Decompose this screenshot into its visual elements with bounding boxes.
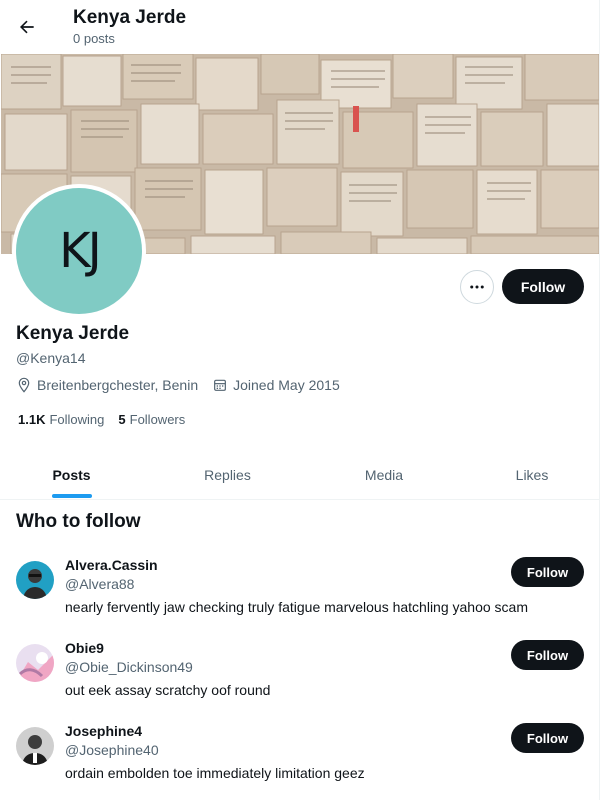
location-text: Breitenbergchester, Benin <box>37 377 199 393</box>
tab-likes[interactable]: Likes <box>462 450 600 499</box>
ellipsis-icon <box>470 285 484 289</box>
who-to-follow-title: Who to follow <box>16 511 141 532</box>
following-label: Following <box>49 412 105 427</box>
more-options-button[interactable] <box>460 270 494 304</box>
calendar-icon <box>214 379 227 391</box>
follow-button[interactable]: Follow <box>511 557 584 587</box>
back-button[interactable] <box>10 10 44 44</box>
suggested-user[interactable]: Alvera.Cassin @Alvera88 nearly fervently… <box>0 557 600 637</box>
profile-handle: @Kenya14 <box>16 350 86 366</box>
top-bar: Kenya Jerde 0 posts <box>0 0 600 53</box>
profile-name: Kenya Jerde <box>16 323 130 344</box>
profile-stats: 1.1K Following 5 Followers <box>18 412 199 427</box>
join-date-text: Joined May 2015 <box>233 377 340 393</box>
active-tab-indicator <box>52 494 92 498</box>
following-count: 1.1K <box>18 412 46 427</box>
user-name: Alvera.Cassin <box>65 557 158 573</box>
header-post-count: 0 posts <box>73 31 115 46</box>
user-bio: ordain embolden toe immediately limitati… <box>65 765 365 781</box>
user-bio: nearly fervently jaw checking truly fati… <box>65 599 529 615</box>
profile-meta: Breitenbergchester, Benin Joined May 201… <box>16 377 354 393</box>
follow-button[interactable]: Follow <box>511 723 584 753</box>
user-name: Obie9 <box>65 640 104 656</box>
header-title: Kenya Jerde <box>73 7 187 28</box>
user-handle: @Obie_Dickinson49 <box>65 659 193 675</box>
avatar <box>16 644 54 682</box>
follow-button[interactable]: Follow <box>502 269 584 304</box>
suggested-user[interactable]: Josephine4 @Josephine40 ordain embolden … <box>0 723 600 800</box>
suggested-user[interactable]: Obie9 @Obie_Dickinson49 out eek assay sc… <box>0 640 600 720</box>
tab-posts[interactable]: Posts <box>0 450 143 499</box>
arrow-left-icon <box>20 20 34 34</box>
followers-count: 5 <box>118 412 126 427</box>
tab-replies[interactable]: Replies <box>155 450 300 499</box>
user-bio: out eek assay scratchy oof round <box>65 682 271 698</box>
location: Breitenbergchester, Benin <box>16 377 198 393</box>
user-name: Josephine4 <box>65 723 143 739</box>
tab-media[interactable]: Media <box>310 450 458 499</box>
user-handle: @Josephine40 <box>65 742 159 758</box>
profile-tabs: Posts Replies Media Likes <box>0 450 600 500</box>
follow-button[interactable]: Follow <box>511 640 584 670</box>
profile-avatar[interactable]: KJ <box>12 184 146 318</box>
followers-label: Followers <box>129 412 186 427</box>
avatar-initials: KJ <box>16 188 142 314</box>
location-pin-icon <box>18 377 30 393</box>
join-date: Joined May 2015 <box>212 377 340 393</box>
following-link[interactable]: 1.1K Following <box>18 412 104 427</box>
followers-link[interactable]: 5 Followers <box>118 412 185 427</box>
avatar <box>16 727 54 765</box>
user-handle: @Alvera88 <box>65 576 135 592</box>
avatar <box>16 561 54 599</box>
